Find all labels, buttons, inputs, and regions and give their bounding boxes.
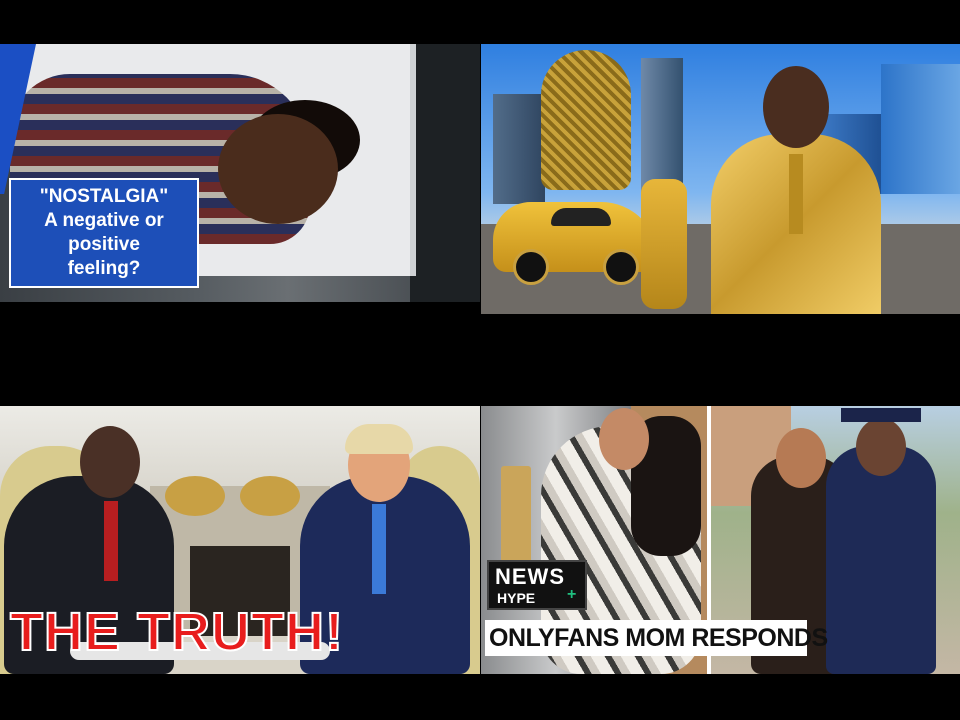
video-thumbnail-the-truth[interactable]: THE TRUTH! xyxy=(0,406,480,674)
video-thumbnail-gold-suit[interactable] xyxy=(481,44,960,314)
woman-face xyxy=(776,428,826,488)
car-wheel xyxy=(603,249,639,285)
graduate-gown xyxy=(826,446,936,674)
man-face xyxy=(763,66,829,148)
building xyxy=(493,94,545,204)
news-hype-logo: NEWS HYPE + xyxy=(487,560,587,610)
caption-line-4: feeling? xyxy=(67,258,141,279)
car-wheel xyxy=(513,249,549,285)
thumbnail-caption: "NOSTALGIA" A negative or positive feeli… xyxy=(9,178,199,288)
thumbnail-overlay-text: THE TRUTH! xyxy=(9,601,344,663)
caption-line-1: "NOSTALGIA" xyxy=(39,186,169,207)
video-thumbnail-onlyfans-mom[interactable]: NEWS HYPE + ONLYFANS MOM RESPONDS xyxy=(481,406,960,674)
gold-tie xyxy=(789,154,803,234)
blue-tie xyxy=(372,504,386,594)
caption-line-2: A negative or xyxy=(44,210,164,231)
walking-person-gold-suit xyxy=(641,179,687,309)
graduation-cap xyxy=(841,408,921,422)
gold-ornament xyxy=(165,476,225,516)
video-thumbnail-nostalgia[interactable]: "NOSTALGIA" A negative or positive feeli… xyxy=(0,44,480,302)
blond-hair xyxy=(345,424,413,454)
logo-plus: + xyxy=(567,586,577,603)
logo-line-news: NEWS xyxy=(495,564,565,589)
gold-ornament xyxy=(240,476,300,516)
woman-face xyxy=(599,408,649,470)
dark-doorway xyxy=(410,44,480,302)
building xyxy=(641,58,683,198)
glass-building xyxy=(881,64,960,194)
man-face-left xyxy=(80,426,140,498)
red-tie xyxy=(104,501,118,581)
person-face xyxy=(218,114,338,224)
golden-tower xyxy=(541,50,631,190)
caption-line-3: positive xyxy=(68,234,140,255)
logo-line-hype: HYPE xyxy=(497,590,536,606)
thumbnail-headline: ONLYFANS MOM RESPONDS xyxy=(485,620,828,656)
car-window xyxy=(551,208,611,226)
graduate-face xyxy=(856,418,906,476)
